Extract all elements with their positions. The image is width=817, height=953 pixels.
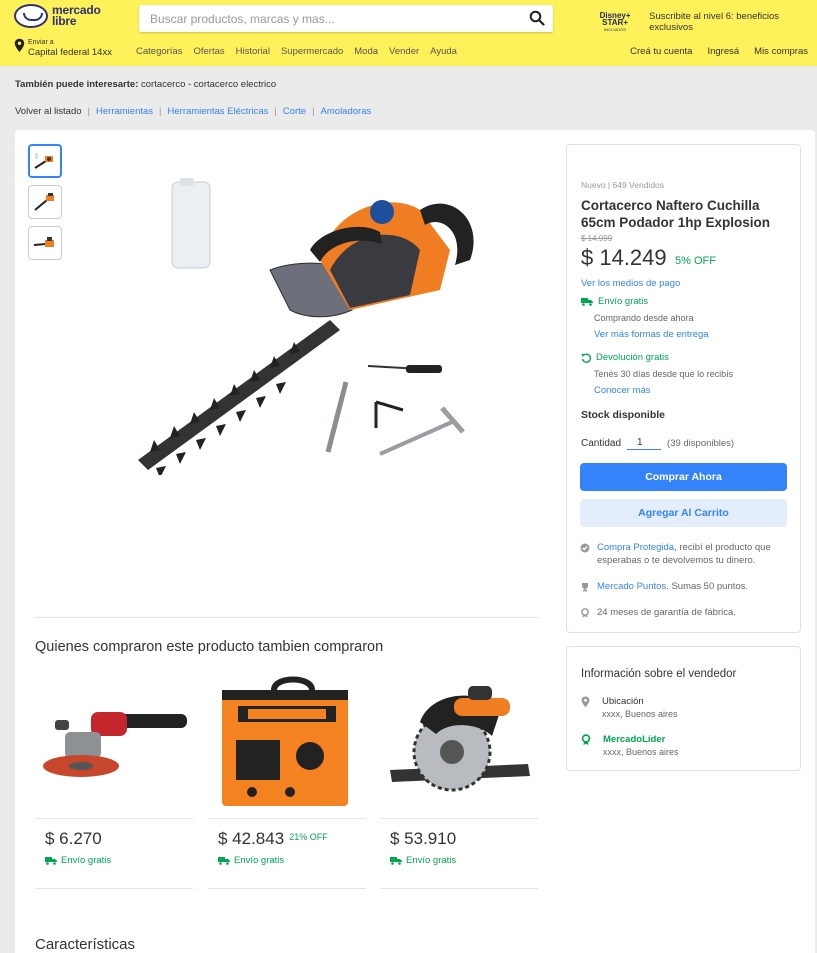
discount-badge: 21% OFF — [289, 832, 328, 842]
free-shipping-label: Envío gratis — [218, 855, 284, 866]
free-shipping-label: Envío gratis — [45, 855, 111, 866]
search-button[interactable] — [527, 9, 547, 29]
location-pin-icon — [14, 38, 25, 52]
loyalty-points: Mercado Puntos. Sumas 50 puntos. — [580, 580, 788, 593]
disney-star-logo: Disney+ STAR+ INCLUIDOS — [599, 10, 631, 32]
return-arrow-icon — [581, 353, 591, 363]
seller-info-title: Información sobre el vendedor — [581, 668, 737, 680]
breadcrumb-item-herramientas[interactable]: Herramientas — [96, 106, 153, 117]
related-searches: También puede interesarte: cortacerco - … — [15, 79, 277, 90]
nav-item-historial[interactable]: Historial — [236, 46, 270, 57]
add-to-cart-button[interactable]: Agregar Al Carrito — [580, 499, 787, 527]
warranty-info: 24 meses de garantía de fábrica. — [580, 606, 788, 619]
card-divider — [208, 888, 366, 889]
product-main-image[interactable] — [120, 170, 500, 475]
stock-status: Stock disponible — [581, 409, 666, 421]
free-shipping-label: Envío gratis — [390, 855, 456, 866]
search-icon — [529, 10, 545, 26]
nav-item-supermercado[interactable]: Supermercado — [281, 46, 343, 57]
card-divider — [35, 888, 193, 889]
truck-icon — [218, 857, 230, 865]
create-account-link[interactable]: Creá tu cuenta — [630, 46, 692, 57]
protected-purchase-link[interactable]: Compra Protegida — [597, 542, 674, 553]
search-bar — [139, 5, 553, 32]
seller-info-box: Información sobre el vendedor Ubicación … — [566, 646, 801, 771]
product-price: $ 42.843 21% OFF — [218, 829, 328, 848]
features-title: Características — [35, 936, 136, 953]
recommendations-title: Quienes compraron este producto tambien … — [35, 639, 384, 655]
return-detail: Tenés 30 días desde que lo recibís — [594, 369, 734, 379]
search-input[interactable] — [139, 5, 509, 32]
card-divider — [380, 818, 538, 819]
card-divider — [380, 888, 538, 889]
product-price: $ 14.249 — [581, 245, 667, 270]
quantity-selector: Cantidad (39 disponibles) — [581, 436, 734, 450]
product-title: Cortacerco Naftero Cuchilla 65cm Podador… — [581, 198, 771, 230]
product-condition: Nuevo | 649 Vendidos — [581, 180, 665, 190]
breadcrumb-item-corte[interactable]: Corte — [283, 106, 306, 117]
breadcrumb-separator: | — [312, 106, 315, 117]
mercadolibre-logo[interactable]: mercado libre — [14, 4, 101, 28]
user-nav: Creá tu cuenta Ingresá Mis compras — [630, 46, 808, 57]
gallery-thumbnail[interactable] — [28, 144, 62, 178]
truck-icon — [581, 298, 593, 306]
original-price: $ 14.999 — [581, 234, 613, 243]
subscription-promo[interactable]: Disney+ STAR+ INCLUIDOS Suscribite al ni… — [587, 11, 817, 33]
payment-methods-link[interactable]: Ver los medios de pago — [581, 278, 680, 289]
back-to-list-link[interactable]: Volver al listado — [15, 106, 82, 117]
welder-image — [222, 676, 348, 806]
hedge-trimmer-thumbnail-image — [34, 153, 53, 169]
buy-box: Nuevo | 649 Vendidos Cortacerco Naftero … — [566, 144, 801, 633]
trophy-icon — [582, 583, 588, 592]
shield-check-icon — [580, 543, 590, 553]
breadcrumb: Volver al listado | Herramientas | Herra… — [15, 106, 371, 117]
nav-item-moda[interactable]: Moda — [354, 46, 378, 57]
card-divider — [208, 818, 366, 819]
circular-saw-image — [390, 686, 530, 792]
return-info-link[interactable]: Conocer más — [594, 385, 651, 396]
header: mercado libre Disney+ STAR+ INCLUIDOS Su… — [0, 0, 817, 66]
nav-item-categorias[interactable]: Categorías — [136, 46, 182, 57]
breadcrumb-item-herramientas-electricas[interactable]: Herramientas Eléctricas — [168, 106, 269, 117]
card-divider — [35, 818, 193, 819]
delivery-options-link[interactable]: Ver más formas de entrega — [594, 329, 709, 340]
nav-item-ofertas[interactable]: Ofertas — [193, 46, 224, 57]
breadcrumb-separator: | — [87, 106, 91, 117]
buy-now-button[interactable]: Comprar Ahora — [580, 463, 787, 491]
mercado-points-link[interactable]: Mercado Puntos — [597, 581, 666, 592]
hedge-trimmer-thumbnail-image — [33, 237, 54, 247]
product-price: $ 53.910 — [390, 829, 457, 848]
truck-icon — [390, 857, 402, 865]
hedge-trimmer-thumbnail-image — [34, 193, 54, 211]
angle-grinder-image — [43, 712, 187, 777]
mercadolider-medal-icon — [581, 734, 591, 745]
quantity-input[interactable] — [627, 436, 662, 450]
free-return-label: Devolución gratis — [581, 352, 669, 363]
login-link[interactable]: Ingresá — [707, 46, 739, 57]
free-shipping-label: Envío gratis — [581, 296, 648, 307]
gallery-thumbnail[interactable] — [28, 226, 62, 260]
breadcrumb-separator: | — [159, 106, 162, 117]
product-price: $ 6.270 — [45, 829, 102, 848]
my-purchases-link[interactable]: Mis compras — [754, 46, 808, 57]
medal-icon — [581, 608, 589, 618]
shipping-location[interactable]: Enviar a Capital federal 14xx — [14, 38, 112, 58]
truck-icon — [45, 857, 57, 865]
discount-badge: 5% OFF — [675, 255, 716, 267]
gallery-thumbnail[interactable] — [28, 185, 62, 219]
nav-item-ayuda[interactable]: Ayuda — [430, 46, 457, 57]
location-pin-icon — [581, 696, 590, 708]
section-divider — [34, 617, 539, 618]
available-quantity: (39 disponibles) — [667, 437, 735, 449]
shipping-detail: Comprando desde ahora — [594, 313, 694, 323]
main-nav: Categorías Ofertas Historial Supermercad… — [136, 46, 457, 57]
handshake-icon — [14, 4, 48, 28]
purchase-protection: Compra Protegida, recibí el producto que… — [580, 541, 788, 567]
breadcrumb-separator: | — [274, 106, 277, 117]
related-search-links[interactable]: cortacerco - cortacerco electrico — [141, 79, 276, 90]
seller-location: Ubicación xxxx, Buenos aires — [581, 696, 678, 720]
breadcrumb-item-amoladoras[interactable]: Amoladoras — [321, 106, 372, 117]
seller-reputation: MercadoLíder xxxx, Buenos aires — [581, 734, 679, 758]
nav-item-vender[interactable]: Vender — [389, 46, 419, 57]
